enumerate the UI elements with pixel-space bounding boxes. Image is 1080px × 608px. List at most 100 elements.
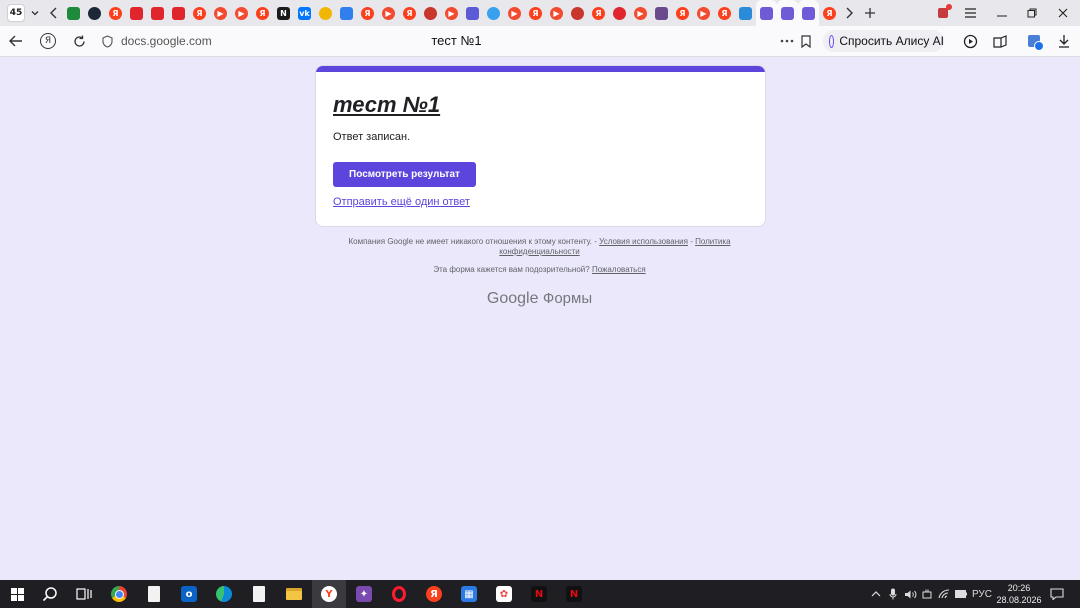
task-view-icon[interactable] — [67, 580, 101, 608]
tab-item[interactable]: Я — [588, 0, 609, 26]
tab-item[interactable]: ▶ — [546, 0, 567, 26]
tab-yandex-icon: Я — [403, 6, 416, 20]
bookmark-icon[interactable] — [797, 32, 815, 50]
tab-item[interactable] — [147, 0, 168, 26]
logo-google-text: Google — [486, 290, 539, 307]
outlook-icon[interactable]: o — [172, 580, 206, 608]
tab-item[interactable]: Я — [189, 0, 210, 26]
taskbar-clock[interactable]: 20:26 28.08.2026 — [996, 582, 1042, 606]
tray-chevron-icon[interactable] — [868, 580, 884, 608]
page-title-in-address[interactable]: тест №1 — [0, 33, 913, 48]
tab-item[interactable] — [609, 0, 630, 26]
tab-item[interactable] — [735, 0, 756, 26]
battery-plug-icon[interactable] — [920, 580, 934, 608]
yandex-icon[interactable]: Я — [417, 580, 451, 608]
address-bar: Я docs.google.com тест №1 Спросить Алису… — [0, 26, 1080, 57]
tab-count-badge[interactable]: 45 — [7, 4, 25, 22]
input-language-indicator[interactable]: РУС — [970, 580, 994, 608]
google-forms-logo[interactable]: Google Формы — [315, 290, 764, 308]
new-tab-plus-icon[interactable] — [858, 0, 882, 26]
close-window-icon[interactable] — [1047, 0, 1079, 26]
minimize-icon[interactable] — [986, 0, 1018, 26]
tab-yandex-icon: Я — [529, 6, 542, 20]
opera-icon[interactable] — [382, 580, 416, 608]
tab-list-chevron-icon[interactable] — [25, 0, 45, 26]
tab-forms-icon — [781, 6, 794, 20]
tab-item[interactable] — [126, 0, 147, 26]
yandex-browser-icon[interactable]: Y — [312, 580, 346, 608]
tab-item[interactable]: Я — [399, 0, 420, 26]
search-icon[interactable] — [33, 580, 67, 608]
view-results-button[interactable]: Посмотреть результат — [333, 162, 476, 187]
tab-item[interactable]: N — [273, 0, 294, 26]
tab-item[interactable]: ▶ — [504, 0, 525, 26]
ask-alice-button[interactable]: Спросить Алису AI — [823, 30, 944, 52]
tab-item[interactable] — [777, 0, 798, 26]
tab-item[interactable] — [84, 0, 105, 26]
tab-photo-icon — [655, 6, 668, 20]
tab-play-icon: ▶ — [550, 6, 563, 20]
tab-item[interactable]: ▶ — [210, 0, 231, 26]
tab-item[interactable]: Я — [672, 0, 693, 26]
scroll-tabs-left-icon[interactable] — [45, 0, 63, 26]
tab-item[interactable] — [651, 0, 672, 26]
tab-item[interactable]: ▶ — [231, 0, 252, 26]
volume-icon[interactable] — [902, 580, 918, 608]
wifi-icon[interactable] — [936, 580, 952, 608]
google-disclaimer: Компания Google не имеет никакого отноше… — [315, 237, 764, 257]
microphone-icon[interactable] — [886, 580, 900, 608]
tab-item[interactable]: Я — [714, 0, 735, 26]
tab-item[interactable]: ▶ — [441, 0, 462, 26]
collections-icon[interactable] — [991, 32, 1009, 50]
file-explorer-icon[interactable] — [277, 580, 311, 608]
tab-item[interactable]: Я — [252, 0, 273, 26]
file-icon[interactable] — [137, 580, 171, 608]
tab-item[interactable] — [336, 0, 357, 26]
colorful-app-icon[interactable]: ✿ — [487, 580, 521, 608]
tab-item[interactable]: ▶ — [630, 0, 651, 26]
restore-icon[interactable] — [1016, 0, 1048, 26]
scroll-tabs-right-icon[interactable] — [840, 0, 858, 26]
battery-icon[interactable] — [954, 580, 968, 608]
tab-apps-icon — [487, 6, 500, 20]
submit-another-response-link[interactable]: Отправить ещё один ответ — [333, 196, 470, 208]
terms-link[interactable]: Условия использования — [599, 237, 688, 246]
tab-green-icon — [67, 6, 80, 20]
edge-icon[interactable] — [207, 580, 241, 608]
tab-message-icon — [340, 6, 353, 20]
tab-item[interactable] — [420, 0, 441, 26]
tab-item[interactable] — [63, 0, 84, 26]
tab-item[interactable] — [168, 0, 189, 26]
start-windows-icon[interactable] — [0, 580, 34, 608]
logo-forms-text: Формы — [542, 290, 593, 307]
tab-item[interactable] — [315, 0, 336, 26]
tab-item[interactable]: Я — [357, 0, 378, 26]
report-link[interactable]: Пожаловаться — [592, 265, 646, 274]
downloads-icon[interactable] — [1055, 32, 1073, 50]
extension-icon[interactable] — [1025, 32, 1044, 51]
clock-date: 28.08.2026 — [996, 595, 1042, 605]
apps-grid-icon[interactable]: ▦ — [452, 580, 486, 608]
tab-item[interactable]: ▶ — [378, 0, 399, 26]
media-play-icon[interactable] — [961, 32, 979, 50]
tab-item[interactable] — [483, 0, 504, 26]
game-icon[interactable]: ✦ — [347, 580, 381, 608]
netflix-icon[interactable]: N — [557, 580, 591, 608]
tab-item[interactable] — [567, 0, 588, 26]
file-icon[interactable] — [242, 580, 276, 608]
notifications-icon[interactable] — [1046, 580, 1068, 608]
tab-avatar-icon — [571, 6, 584, 20]
more-options-icon[interactable] — [778, 32, 796, 50]
tab-item[interactable] — [462, 0, 483, 26]
chrome-icon[interactable] — [102, 580, 136, 608]
tab-item[interactable]: vk — [294, 0, 315, 26]
tab-play-icon: ▶ — [445, 6, 458, 20]
tab-item[interactable]: ▶ — [693, 0, 714, 26]
tab-item[interactable] — [756, 0, 777, 26]
netflix-play-icon[interactable]: N — [522, 580, 556, 608]
tab-item[interactable] — [798, 0, 819, 26]
menu-hamburger-icon[interactable] — [954, 0, 986, 26]
tab-item[interactable]: Я — [819, 0, 840, 26]
tab-item[interactable]: Я — [105, 0, 126, 26]
tab-item[interactable]: Я — [525, 0, 546, 26]
